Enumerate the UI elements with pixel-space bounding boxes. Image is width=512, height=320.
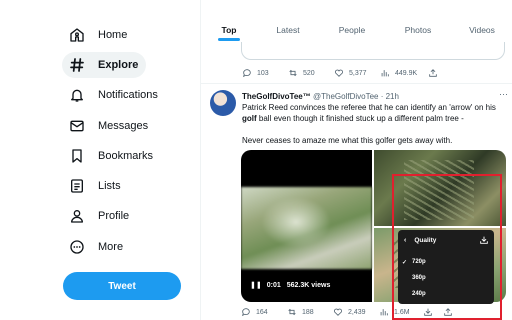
sidebar-item-label: Notifications: [98, 89, 158, 101]
tab-top[interactable]: Top: [201, 0, 257, 42]
envelope-icon: [68, 117, 86, 135]
video-time: 0:01: [266, 281, 281, 289]
reply-button[interactable]: 103: [242, 68, 288, 78]
share-icon: [429, 69, 437, 77]
tweet-header: TheGolfDivoTee™ @TheGolfDivoTee · 21h: [242, 92, 399, 101]
quality-menu: ‹ Quality ✓ 720p 360p 240p: [398, 230, 494, 304]
quality-option-240p[interactable]: 240p: [398, 287, 494, 301]
tab-videos[interactable]: Videos: [451, 0, 512, 42]
home-icon: [68, 26, 86, 44]
back-chevron-icon[interactable]: ‹: [404, 237, 406, 244]
tab-bar: Top Latest People Photos Videos: [201, 0, 512, 42]
tab-people[interactable]: People: [319, 0, 385, 42]
tweet-text-second-line: Never ceases to amaze me what this golfe…: [242, 136, 453, 145]
sidebar-item-label: Explore: [98, 59, 139, 71]
video-frame: [241, 187, 372, 269]
retweet-icon: [289, 69, 297, 77]
quality-option-720p[interactable]: ✓ 720p: [398, 255, 494, 269]
sidebar-item-label: Bookmarks: [98, 150, 154, 162]
sidebar-item-explore[interactable]: Explore: [62, 52, 147, 78]
hashtag-icon: [68, 56, 86, 74]
heart-icon: [334, 69, 344, 77]
previous-tweet-media-card[interactable]: [241, 42, 505, 60]
sidebar-item-profile[interactable]: Profile: [62, 203, 137, 229]
sidebar-item-more[interactable]: More: [62, 234, 131, 260]
reply-icon: [241, 308, 250, 317]
sidebar-item-label: Home: [98, 29, 128, 41]
retweet-button[interactable]: 188: [287, 307, 333, 317]
tab-photos[interactable]: Photos: [385, 0, 451, 42]
video-views: 562.3K views: [286, 281, 331, 289]
heart-icon: [333, 308, 343, 316]
more-circle-icon: [68, 238, 86, 256]
sidebar-item-bookmarks[interactable]: Bookmarks: [62, 143, 161, 169]
reply-icon: [242, 69, 251, 78]
retweet-icon: [288, 308, 296, 316]
author-handle[interactable]: @TheGolfDivoTee: [313, 92, 378, 101]
sidebar-item-notifications[interactable]: Notifications: [62, 82, 166, 108]
bookmark-icon: [68, 147, 86, 165]
sidebar-item-label: Profile: [98, 210, 130, 222]
quality-option-360p[interactable]: 360p: [398, 271, 494, 285]
more-options-icon[interactable]: ···: [499, 89, 508, 99]
retweet-button[interactable]: 520: [288, 68, 334, 78]
sidebar-item-lists[interactable]: Lists: [62, 173, 129, 199]
download-icon[interactable]: [479, 235, 489, 245]
video-controls: ❚❚ 0:01 562.3K views: [250, 281, 331, 290]
bar-chart-icon: [380, 309, 388, 316]
sidebar-item-label: More: [98, 241, 124, 253]
tab-latest[interactable]: Latest: [257, 0, 319, 42]
author-name[interactable]: TheGolfDivoTee™: [242, 92, 311, 101]
sidebar-item-label: Lists: [98, 180, 121, 192]
tweet-text: Patrick Reed convinces the referee that …: [242, 103, 496, 123]
list-icon: [68, 177, 86, 195]
previous-tweet-actions: 103 520 5,377 449.9K: [242, 66, 443, 80]
check-icon: ✓: [402, 259, 408, 266]
like-button[interactable]: 2,439: [333, 307, 379, 317]
bar-chart-icon: [381, 70, 389, 77]
views-button[interactable]: 449.9K: [380, 68, 428, 78]
quality-menu-title: Quality: [414, 236, 437, 244]
person-icon: [68, 207, 86, 225]
sidebar-item-label: Messages: [98, 120, 149, 132]
avatar[interactable]: [210, 90, 236, 116]
like-button[interactable]: 5,377: [334, 68, 380, 78]
divider: [201, 83, 512, 84]
share-button[interactable]: [428, 68, 443, 78]
sidebar: Home Explore Notifications Messages Book…: [0, 0, 200, 320]
sidebar-item-home[interactable]: Home: [62, 22, 135, 48]
reply-button[interactable]: 164: [241, 307, 287, 317]
pause-icon[interactable]: ❚❚: [250, 281, 262, 289]
video-player[interactable]: [241, 150, 372, 302]
tweet-button[interactable]: Tweet: [63, 272, 181, 300]
sidebar-item-messages[interactable]: Messages: [62, 113, 156, 139]
bell-icon: [68, 86, 86, 104]
tweet-time[interactable]: · 21h: [381, 92, 399, 101]
